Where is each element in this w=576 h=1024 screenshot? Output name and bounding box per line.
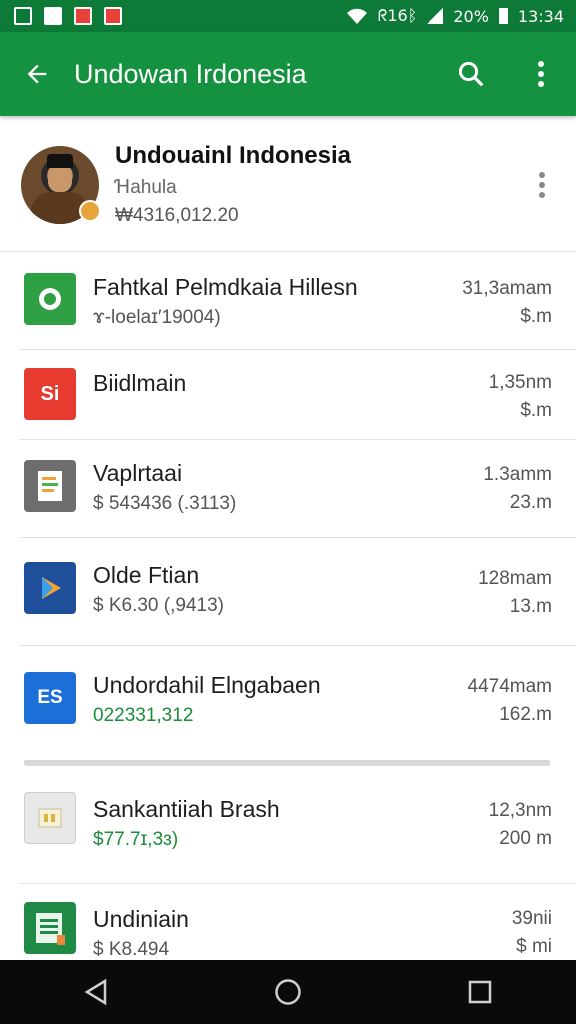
page-title: Undowan Irdonesia <box>74 58 307 89</box>
item-subtitle: $77.7ɪ,3ɜ) <box>93 829 179 850</box>
verified-badge-icon <box>79 199 101 222</box>
status-icons-left <box>14 7 122 25</box>
item-time: 39nii <box>511 908 552 929</box>
battery-icon <box>498 8 508 24</box>
app-icon <box>24 460 76 512</box>
app-icon <box>24 792 76 844</box>
list-item[interactable]: Undiniain $ K8.494 39nii $ mi <box>0 884 576 960</box>
item-title: Olde Ftian <box>93 562 200 588</box>
avatar-container <box>21 145 101 224</box>
nav-home-button[interactable] <box>258 962 318 1022</box>
wifi-icon <box>346 8 367 24</box>
item-size: $.m <box>520 306 552 327</box>
list-item[interactable]: ES Undordahil Elngabaen 022331,312 4474m… <box>0 646 576 758</box>
signal-icon <box>427 8 444 24</box>
nav-home-icon <box>275 979 301 1005</box>
app-icon-label: ES <box>37 687 63 708</box>
status-icons-right: ᖇ16ᛒ 20% 13:34 <box>346 6 564 26</box>
status-bar: ᖇ16ᛒ 20% 13:34 <box>0 0 576 32</box>
item-size: $ mi <box>516 936 552 957</box>
navigation-bar <box>0 960 576 1024</box>
item-subtitle: ɤ-loelaɪ′19004) <box>93 307 221 328</box>
list-item[interactable]: Olde Ftian $ K6.30 (,9413) 128mam 13.m <box>0 538 576 646</box>
profile-subtitle: Ɦahula <box>115 177 177 198</box>
more-options-button[interactable] <box>506 32 576 116</box>
app-icon: Si <box>24 368 76 420</box>
item-title: Undordahil Elngabaen <box>93 672 321 698</box>
app-icon: ES <box>24 672 76 724</box>
search-button[interactable] <box>436 32 506 116</box>
item-time: 128mam <box>478 568 552 589</box>
back-button[interactable] <box>0 32 74 116</box>
app-icon <box>24 273 76 325</box>
item-size: 23.m <box>509 492 552 513</box>
item-title: Undiniain <box>93 906 189 932</box>
list-item[interactable]: Vaplrtaai $ 543436 (.3113) 1.3amm 23.m <box>0 440 576 538</box>
item-title: Vaplrtaai <box>93 460 183 486</box>
item-title: Biidlmain <box>93 370 187 396</box>
profile-header[interactable]: Undouainl Indonesia Ɦahula ₩4316,012.20 <box>0 118 576 252</box>
battery-level: 20% <box>453 6 489 26</box>
item-subtitle: $ 543436 (.3113) <box>93 493 237 514</box>
profile-more-button[interactable] <box>512 155 572 215</box>
item-subtitle: 022331,312 <box>93 705 194 726</box>
item-time: 1,35nm <box>488 372 552 393</box>
arrow-left-icon <box>27 64 47 84</box>
item-time: 4474mam <box>467 676 553 697</box>
item-time: 12,3nm <box>488 800 552 821</box>
item-subtitle: $ K6.30 (,9413) <box>93 595 224 616</box>
more-vertical-icon <box>538 61 544 87</box>
nav-recents-icon <box>468 980 492 1004</box>
item-size: 200 m <box>499 828 552 849</box>
file-icon <box>44 7 62 25</box>
list-item[interactable]: Si Biidlmain 1,35nm $.m <box>0 350 576 440</box>
item-size: $.m <box>520 400 552 421</box>
item-title: Sankantiiah Brash <box>93 796 280 822</box>
profile-info: Undouainl Indonesia Ɦahula ₩4316,012.20 <box>115 142 512 227</box>
item-size: 13.m <box>509 596 552 617</box>
item-subtitle: $ K8.494 <box>93 939 170 960</box>
more-vertical-icon <box>539 171 545 198</box>
search-icon <box>458 61 484 87</box>
alert-icon <box>74 7 92 25</box>
image-icon <box>14 7 32 25</box>
status-text: ᖇ16ᛒ <box>377 6 418 25</box>
profile-name: Undouainl Indonesia <box>115 142 352 169</box>
profile-amount: ₩4316,012.20 <box>115 205 239 226</box>
item-size: 162.m <box>499 704 552 725</box>
app-icon <box>24 562 76 614</box>
nav-recents-button[interactable] <box>450 962 510 1022</box>
app-bar: Undowan Irdonesia <box>0 32 576 116</box>
item-title: Fahtkal Pelmdkaia Hillesn <box>93 274 358 300</box>
list-item[interactable]: Fahtkal Pelmdkaia Hillesn ɤ-loelaɪ′19004… <box>0 252 576 350</box>
app-icon-label: Si <box>40 382 60 405</box>
section-separator <box>24 760 550 766</box>
nav-back-button[interactable] <box>66 962 126 1022</box>
list-item[interactable]: Sankantiiah Brash $77.7ɪ,3ɜ) 12,3nm 200 … <box>0 772 576 884</box>
item-time: 1.3amm <box>483 464 552 485</box>
clock: 13:34 <box>517 6 564 26</box>
nav-back-icon <box>84 978 107 1006</box>
news-icon <box>104 7 122 25</box>
app-icon <box>24 902 76 954</box>
item-time: 31,3amam <box>462 278 552 299</box>
